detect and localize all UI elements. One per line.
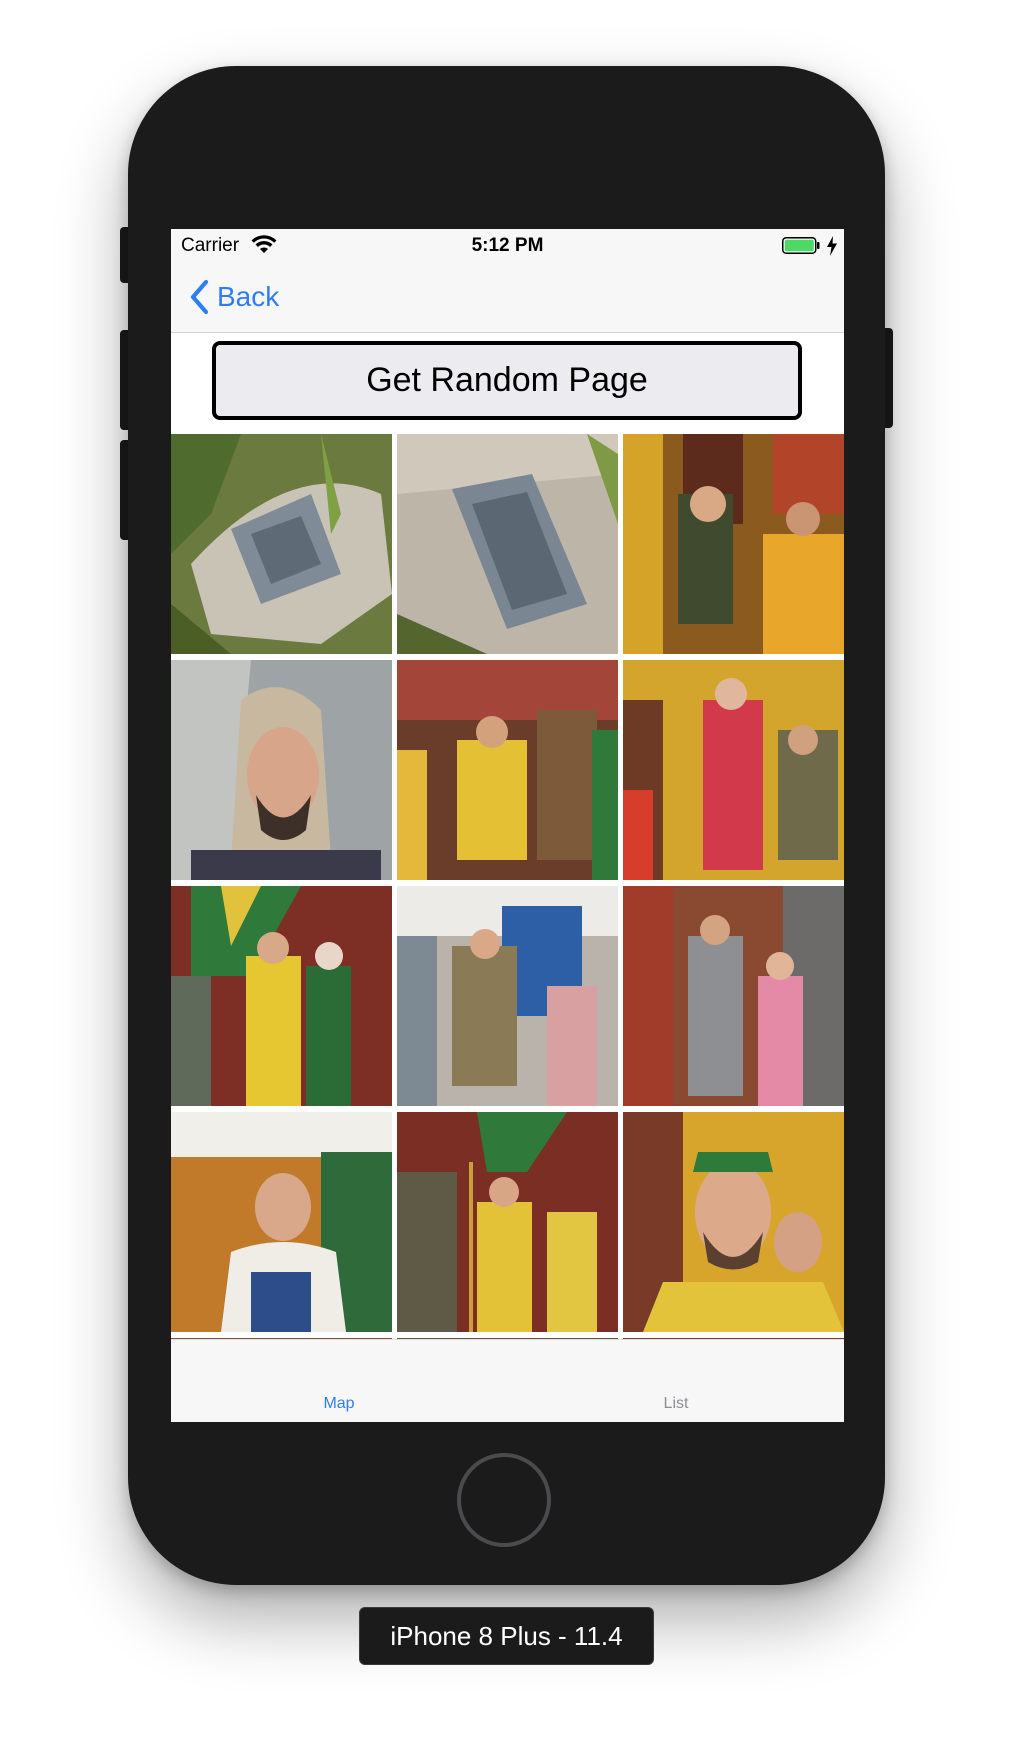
photo-cell[interactable] xyxy=(397,660,618,880)
photo-cell[interactable] xyxy=(171,1112,392,1332)
home-button[interactable] xyxy=(457,1453,551,1547)
photo-green-crown xyxy=(623,1112,844,1332)
app-screen: Carrier 5:12 PM Back Get Random Page Map… xyxy=(171,229,844,1422)
photo-staff-bearer xyxy=(397,1112,618,1332)
photo-cell[interactable] xyxy=(171,886,392,1106)
photo-cell[interactable] xyxy=(397,1112,618,1332)
tab-map[interactable]: Map xyxy=(171,1340,507,1422)
photo-red-dress xyxy=(623,660,844,880)
back-button[interactable]: Back xyxy=(189,277,279,317)
photo-cell[interactable] xyxy=(623,886,844,1106)
photo-stone-closeup xyxy=(397,434,618,654)
chevron-left-icon xyxy=(190,279,209,315)
photo-brown-tunic xyxy=(397,886,618,1106)
back-label: Back xyxy=(217,281,280,312)
photo-cell[interactable] xyxy=(171,660,392,880)
tab-list-label: List xyxy=(663,1395,689,1412)
photo-cell[interactable] xyxy=(397,434,618,654)
clock: 5:12 PM xyxy=(471,235,544,256)
photo-blue-apron xyxy=(171,1112,392,1332)
photo-hooded-man xyxy=(171,660,392,880)
photo-cell[interactable] xyxy=(623,1112,844,1332)
navigation-bar: Back xyxy=(171,263,844,333)
photo-stone-block xyxy=(171,434,392,654)
charging-icon xyxy=(827,236,837,256)
photo-cell[interactable] xyxy=(623,434,844,654)
status-bar: Carrier 5:12 PM xyxy=(171,229,844,263)
photo-court-scene xyxy=(623,434,844,654)
photo-cell[interactable] xyxy=(171,434,392,654)
tab-list[interactable]: List xyxy=(508,1340,844,1422)
simulator-device-label: iPhone 8 Plus - 11.4 xyxy=(359,1607,654,1665)
content-area: Get Random Page xyxy=(171,333,844,1339)
tab-bar: Map List xyxy=(171,1339,844,1422)
simulator-canvas: Carrier 5:12 PM Back Get Random Page Map… xyxy=(0,0,1014,1748)
tab-map-label: Map xyxy=(323,1395,355,1412)
get-random-page-label: Get Random Page xyxy=(366,361,648,399)
battery-icon xyxy=(782,237,820,254)
photo-cell[interactable] xyxy=(397,886,618,1106)
photo-grid[interactable] xyxy=(171,434,844,1339)
photo-knight xyxy=(623,886,844,1106)
get-random-page-button[interactable]: Get Random Page xyxy=(212,341,802,420)
photo-yellow-tunic xyxy=(397,660,618,880)
photo-yellow-green-group xyxy=(171,886,392,1106)
photo-cell[interactable] xyxy=(623,660,844,880)
